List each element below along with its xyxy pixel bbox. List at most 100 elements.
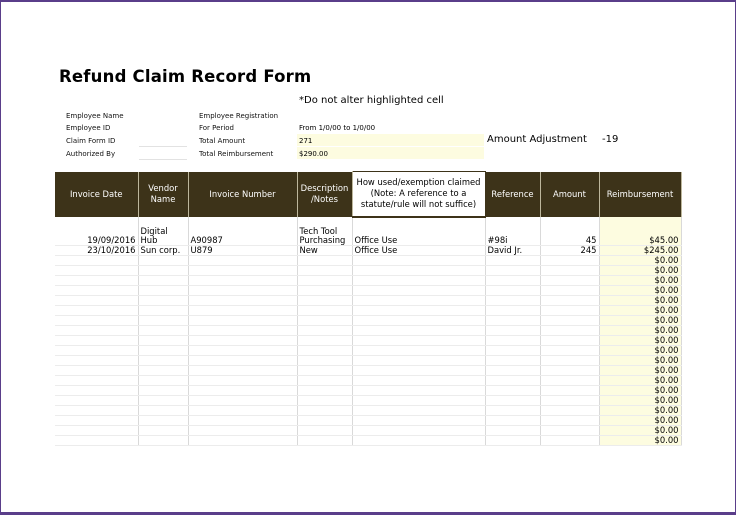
cell-invoice-number[interactable] [188, 255, 298, 266]
cell-vendor-name[interactable] [138, 345, 189, 356]
cell-invoice-number[interactable] [188, 405, 298, 416]
cell-reference[interactable] [485, 415, 541, 426]
cell-reimbursement[interactable]: $0.00 [599, 335, 682, 346]
cell-invoice-date[interactable] [55, 315, 139, 326]
cell-description[interactable] [297, 305, 353, 316]
cell-invoice-number[interactable] [188, 355, 298, 366]
cell-reimbursement[interactable]: $0.00 [599, 365, 682, 376]
cell-invoice-number[interactable] [188, 275, 298, 286]
cell-amount[interactable] [540, 315, 600, 326]
cell-invoice-date[interactable] [55, 285, 139, 296]
cell-amount[interactable] [540, 255, 600, 266]
cell-amount[interactable] [540, 435, 600, 446]
cell-description[interactable] [297, 425, 353, 436]
cell-amount[interactable] [540, 365, 600, 376]
cell-description[interactable] [297, 295, 353, 306]
cell-reference[interactable] [485, 345, 541, 356]
cell-reimbursement[interactable]: $0.00 [599, 385, 682, 396]
cell-description[interactable] [297, 375, 353, 386]
cell-how-used[interactable] [352, 305, 486, 316]
cell-vendor-name[interactable] [138, 325, 189, 336]
cell-how-used[interactable] [352, 275, 486, 286]
cell-description[interactable]: Tech Tool Purchasing [297, 216, 353, 246]
cell-vendor-name[interactable] [138, 435, 189, 446]
cell-reference[interactable] [485, 315, 541, 326]
cell-invoice-date[interactable] [55, 425, 139, 436]
cell-reimbursement[interactable]: $0.00 [599, 255, 682, 266]
cell-how-used[interactable] [352, 385, 486, 396]
cell-amount[interactable] [540, 305, 600, 316]
cell-reimbursement[interactable]: $0.00 [599, 415, 682, 426]
cell-how-used[interactable] [352, 325, 486, 336]
cell-invoice-number[interactable] [188, 285, 298, 296]
cell-reimbursement[interactable]: $0.00 [599, 345, 682, 356]
cell-vendor-name[interactable]: Sun corp. [138, 245, 189, 256]
cell-description[interactable] [297, 335, 353, 346]
cell-amount[interactable]: 245 [540, 245, 600, 256]
cell-amount[interactable] [540, 285, 600, 296]
cell-vendor-name[interactable]: Digital Hub [138, 216, 189, 246]
cell-amount[interactable] [540, 405, 600, 416]
cell-description[interactable] [297, 385, 353, 396]
cell-invoice-date[interactable] [55, 365, 139, 376]
cell-how-used[interactable] [352, 315, 486, 326]
cell-how-used[interactable] [352, 425, 486, 436]
cell-reference[interactable] [485, 405, 541, 416]
cell-description[interactable] [297, 265, 353, 276]
cell-invoice-date[interactable] [55, 265, 139, 276]
cell-invoice-date[interactable] [55, 405, 139, 416]
cell-reimbursement[interactable]: $0.00 [599, 285, 682, 296]
cell-description[interactable] [297, 435, 353, 446]
authorized-by-field[interactable] [139, 159, 187, 160]
cell-invoice-number[interactable]: U879 [188, 245, 298, 256]
cell-invoice-date[interactable]: 23/10/2016 [55, 245, 139, 256]
cell-reference[interactable]: #98i [485, 216, 541, 246]
cell-description[interactable] [297, 255, 353, 266]
cell-invoice-number[interactable] [188, 435, 298, 446]
cell-amount[interactable] [540, 415, 600, 426]
cell-amount[interactable] [540, 385, 600, 396]
cell-reimbursement[interactable]: $0.00 [599, 395, 682, 406]
cell-invoice-number[interactable] [188, 385, 298, 396]
cell-description[interactable] [297, 395, 353, 406]
cell-vendor-name[interactable] [138, 335, 189, 346]
cell-how-used[interactable] [352, 295, 486, 306]
cell-amount[interactable] [540, 295, 600, 306]
cell-reimbursement[interactable]: $0.00 [599, 405, 682, 416]
cell-description[interactable] [297, 315, 353, 326]
cell-invoice-number[interactable] [188, 415, 298, 426]
cell-description[interactable] [297, 355, 353, 366]
cell-description[interactable] [297, 365, 353, 376]
cell-invoice-date[interactable] [55, 295, 139, 306]
cell-description[interactable] [297, 415, 353, 426]
cell-vendor-name[interactable] [138, 395, 189, 406]
cell-invoice-number[interactable] [188, 325, 298, 336]
cell-reference[interactable] [485, 305, 541, 316]
cell-vendor-name[interactable] [138, 285, 189, 296]
cell-description[interactable] [297, 285, 353, 296]
cell-invoice-date[interactable] [55, 335, 139, 346]
cell-reference[interactable] [485, 385, 541, 396]
cell-reimbursement[interactable]: $245.00 [599, 245, 682, 256]
cell-invoice-number[interactable] [188, 375, 298, 386]
cell-how-used[interactable] [352, 255, 486, 266]
cell-vendor-name[interactable] [138, 385, 189, 396]
cell-how-used[interactable] [352, 345, 486, 356]
cell-invoice-number[interactable] [188, 345, 298, 356]
cell-amount[interactable] [540, 325, 600, 336]
cell-invoice-number[interactable] [188, 295, 298, 306]
cell-amount[interactable] [540, 425, 600, 436]
cell-invoice-date[interactable] [55, 355, 139, 366]
cell-vendor-name[interactable] [138, 415, 189, 426]
cell-description[interactable] [297, 345, 353, 356]
cell-reference[interactable]: David Jr. [485, 245, 541, 256]
cell-how-used[interactable] [352, 395, 486, 406]
cell-reference[interactable] [485, 355, 541, 366]
cell-invoice-number[interactable] [188, 395, 298, 406]
cell-vendor-name[interactable] [138, 315, 189, 326]
cell-how-used[interactable] [352, 375, 486, 386]
cell-invoice-date[interactable] [55, 255, 139, 266]
cell-amount[interactable] [540, 375, 600, 386]
cell-reference[interactable] [485, 295, 541, 306]
cell-reimbursement[interactable]: $0.00 [599, 425, 682, 436]
